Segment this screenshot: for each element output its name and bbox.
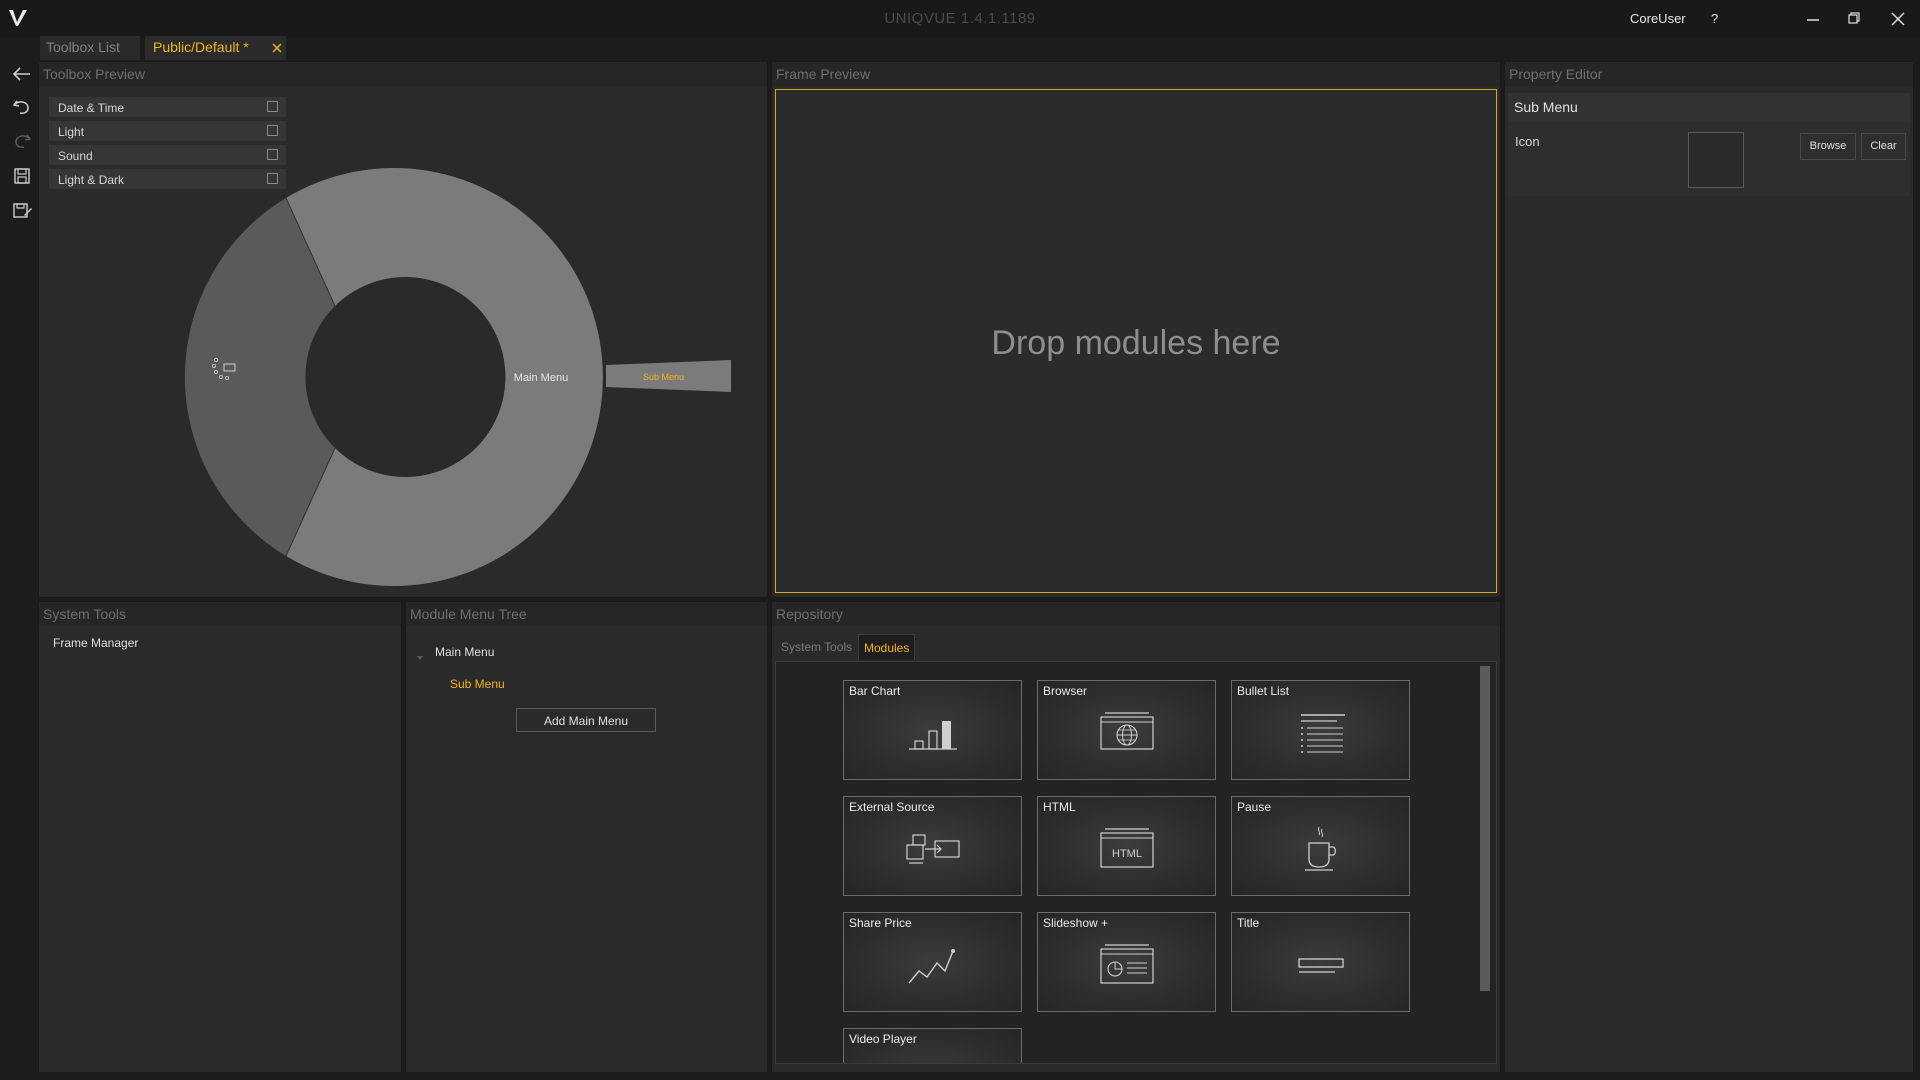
save-as-icon[interactable] — [10, 198, 34, 222]
svg-text:HTML: HTML — [1112, 848, 1142, 860]
video-icon — [901, 1057, 965, 1063]
app-window: UNIQVUE 1.4.1.1189 CoreUser ? Toolbox Li… — [0, 0, 1920, 1080]
toolbox-preview-panel: Toolbox Preview Date & Time Light Sound … — [38, 61, 768, 598]
module-tile-title[interactable]: Title — [1231, 912, 1410, 1012]
minimize-icon[interactable] — [1798, 6, 1828, 32]
property-editor-title: Property Editor — [1509, 66, 1603, 82]
clear-button[interactable]: Clear — [1861, 133, 1906, 160]
module-tile-video-player[interactable]: Video Player — [843, 1028, 1022, 1063]
html-icon: HTML — [1095, 825, 1159, 873]
module-tile-pause[interactable]: Pause — [1231, 796, 1410, 896]
module-tile-html[interactable]: HTML HTML — [1037, 796, 1216, 896]
title-bar: UNIQVUE 1.4.1.1189 CoreUser ? — [0, 0, 1920, 38]
undo-icon[interactable] — [10, 95, 34, 119]
module-tile-label: Bullet List — [1237, 684, 1290, 698]
tree-item-main-menu[interactable]: Main Menu — [435, 645, 494, 659]
system-tools-title: System Tools — [43, 606, 126, 622]
tab-public-default[interactable]: Public/Default * — [145, 36, 286, 60]
user-name[interactable]: CoreUser — [1630, 11, 1686, 26]
repository-header — [772, 602, 1500, 626]
coffee-cup-icon — [1289, 825, 1353, 873]
frame-preview-header — [772, 62, 1500, 86]
drop-zone-placeholder: Drop modules here — [991, 324, 1281, 362]
system-tool-frame-manager[interactable]: Frame Manager — [53, 636, 138, 650]
module-tile-label: Browser — [1043, 684, 1088, 698]
tab-toolbox-list[interactable]: Toolbox List — [40, 36, 140, 60]
property-icon-label: Icon — [1515, 134, 1540, 149]
globe-icon — [1095, 709, 1159, 757]
module-tile-slideshow[interactable]: Slideshow + — [1037, 912, 1216, 1012]
module-tile-label: Bar Chart — [849, 684, 901, 698]
module-tile-bar-chart[interactable]: Bar Chart — [843, 680, 1022, 780]
module-tile-bullet-list[interactable]: Bullet List — [1231, 680, 1410, 780]
bullet-list-icon — [1289, 709, 1353, 757]
module-drop-zone[interactable]: Drop modules here — [775, 89, 1497, 593]
repository-title: Repository — [776, 606, 843, 622]
status-bar — [0, 1073, 1920, 1080]
module-tile-label: Slideshow + — [1043, 916, 1109, 930]
tree-expand-icon[interactable] — [415, 650, 425, 660]
close-window-icon[interactable] — [1883, 6, 1913, 32]
browse-button[interactable]: Browse — [1800, 133, 1856, 160]
ring-menu-preview: Main Menu Sub Menu — [184, 167, 731, 587]
redo-icon[interactable] — [10, 129, 34, 153]
module-tile-label: Title — [1237, 916, 1260, 930]
slideshow-icon — [1095, 941, 1159, 989]
module-tile-label: Pause — [1237, 800, 1272, 814]
module-tile-label: Video Player — [849, 1032, 917, 1046]
tree-item-sub-menu[interactable]: Sub Menu — [450, 677, 505, 691]
frame-preview-title: Frame Preview — [776, 66, 871, 82]
module-grid: Bar Chart Browser Bullet List External S… — [775, 661, 1497, 1064]
module-tile-external-source[interactable]: External Source — [843, 796, 1022, 896]
line-trend-icon — [901, 941, 965, 989]
repository-scrollbar[interactable] — [1480, 666, 1490, 991]
repo-tab-system-tools[interactable]: System Tools — [779, 634, 855, 660]
restore-icon[interactable] — [1839, 6, 1869, 32]
back-arrow-icon[interactable] — [10, 62, 34, 86]
save-icon[interactable] — [10, 164, 34, 188]
module-tile-share-price[interactable]: Share Price — [843, 912, 1022, 1012]
add-main-menu-button[interactable]: Add Main Menu — [516, 708, 656, 732]
icon-preview-well[interactable] — [1688, 132, 1744, 188]
property-section-header: Sub Menu — [1508, 93, 1910, 122]
close-tab-icon[interactable] — [269, 40, 285, 56]
module-tile-label: External Source — [849, 800, 935, 814]
module-menu-tree-title: Module Menu Tree — [410, 606, 527, 622]
ring-sub-label: Sub Menu — [643, 372, 684, 382]
title-icon — [1289, 941, 1353, 989]
bar-chart-icon — [901, 709, 965, 757]
external-source-icon — [901, 825, 965, 873]
ring-main-label: Main Menu — [514, 372, 568, 384]
system-tools-panel: System Tools — [38, 601, 402, 1073]
module-menu-tree-panel: Module Menu Tree — [405, 601, 768, 1073]
module-tile-browser[interactable]: Browser — [1037, 680, 1216, 780]
help-button[interactable]: ? — [1711, 11, 1718, 26]
module-tile-label: HTML — [1043, 800, 1076, 814]
repo-tab-modules[interactable]: Modules — [858, 634, 915, 660]
module-tile-label: Share Price — [849, 916, 912, 930]
property-editor-panel: Property Editor — [1504, 61, 1914, 1073]
